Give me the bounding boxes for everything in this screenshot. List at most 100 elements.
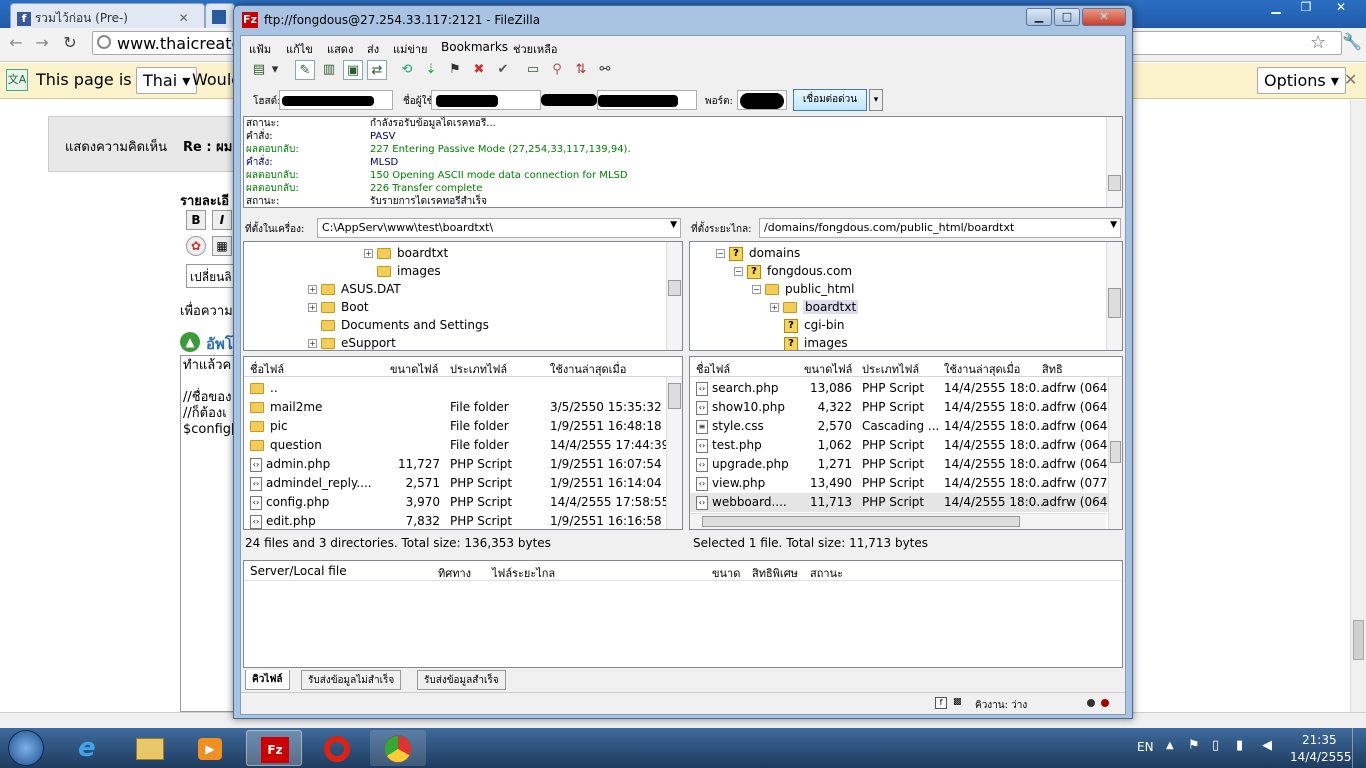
table-row[interactable]: ‹› config.php 3,970 PHP Script 14/4/2555 17:… [244, 493, 669, 512]
comment-textarea[interactable]: ทำแล้วค //ชื่อของ //ก็ต้องเ $config[ [180, 355, 240, 712]
remote-tree-scrollbar[interactable] [1106, 242, 1122, 350]
minimize-icon[interactable]: ▁ [1262, 0, 1290, 18]
scroll-thumb[interactable] [1108, 175, 1121, 191]
password-input[interactable] [597, 90, 697, 110]
sync-browse-icon[interactable]: ⇅ [571, 60, 591, 80]
reload-icon[interactable]: ↻ [60, 33, 80, 53]
back-icon[interactable]: ← [6, 33, 26, 53]
page-scrollbar[interactable] [1350, 100, 1366, 712]
browser-tab-2[interactable] [205, 3, 235, 28]
process-queue-icon[interactable]: ⇣ [421, 60, 441, 80]
scroll-thumb[interactable] [1353, 620, 1364, 660]
bold-button[interactable]: B [186, 210, 206, 230]
col-filesize[interactable]: ขนาดไฟล์ [390, 360, 438, 378]
local-tree-scrollbar[interactable] [666, 242, 682, 350]
col-modified[interactable]: ใช้งานล่าสุดเมื่อ [550, 360, 626, 378]
scroll-thumb[interactable] [668, 383, 681, 409]
search-icon[interactable]: ⚯ [595, 60, 615, 80]
table-row[interactable]: ‹› admin.php 11,727 PHP Script 1/9/2551 16:0… [244, 455, 664, 474]
remote-hscrollbar[interactable] [690, 513, 1106, 529]
col-server-local[interactable]: Server/Local file [250, 564, 347, 578]
close-icon[interactable]: ✕ [1324, 0, 1358, 18]
fz-minimize-button[interactable]: ▁ [1026, 8, 1052, 26]
clock-time[interactable]: 21:35 [1302, 733, 1337, 747]
table-row[interactable]: mail2me File folder 3/5/2550 15:35:32 [244, 398, 664, 417]
forward-icon[interactable]: → [32, 33, 52, 53]
wrench-icon[interactable]: 🔧 [1342, 32, 1362, 51]
disconnect-icon[interactable]: ✖ [469, 60, 489, 80]
dir-compare-icon[interactable]: ⚲ [547, 60, 567, 80]
upload-icon[interactable]: ▲ [180, 332, 200, 352]
change-select[interactable]: เปลี่ยนลิ [186, 264, 236, 288]
host-input[interactable] [279, 90, 393, 110]
menu-bookmarks[interactable]: Bookmarks [441, 40, 508, 54]
site-dropdown-icon[interactable]: ▾ [269, 60, 281, 80]
remote-file-list[interactable]: ชื่อไฟล์ ขนาดไฟล์ ประเภทไฟล์ ใช้งานล่าสุ… [689, 356, 1123, 530]
remote-path-input[interactable]: /domains/fongdous.com/public_html/boardt… [759, 218, 1121, 238]
table-row[interactable]: pic File folder 1/9/2551 16:48:18 [244, 417, 664, 436]
username-input[interactable] [431, 90, 541, 110]
log-scrollbar[interactable] [1106, 117, 1122, 207]
menu-help[interactable]: ช่วยเหลือ [513, 40, 557, 58]
options-button[interactable]: Options ▾ [1257, 67, 1346, 94]
tree-item[interactable]: images [377, 262, 441, 280]
table-row[interactable]: question File folder 14/4/2555 17:44:39 [244, 436, 669, 455]
close-translate-icon[interactable]: ✕ [1344, 70, 1357, 89]
language-indicator[interactable]: EN [1137, 740, 1154, 754]
table-row[interactable]: ‹› search.php 13,086 PHP Script 14/4/2555 18… [690, 379, 1120, 398]
local-file-list[interactable]: ชื่อไฟล์ ขนาดไฟล์ ประเภทไฟล์ ใช้งานล่าสุ… [243, 356, 683, 530]
italic-button[interactable]: I [212, 210, 232, 230]
explorer-taskbar-icon[interactable] [122, 730, 178, 766]
quickconnect-dropdown-icon[interactable]: ▾ [869, 89, 883, 111]
tab-successful-transfers[interactable]: รับส่งข้อมูลสำเร็จ [417, 670, 506, 690]
col-filetype[interactable]: ประเภทไฟล์ [450, 360, 507, 378]
local-path-input[interactable]: C:\AppServ\www\test\boardtxt\ ▼ [317, 218, 681, 238]
remote-tree[interactable]: −? domains −? fongdous.com − public_html + b… [689, 241, 1123, 351]
col-priority[interactable]: สิทธิพิเศษ [752, 564, 798, 582]
tree-item[interactable]: ? images [784, 334, 848, 350]
menu-view[interactable]: แสดง [327, 40, 353, 58]
menu-edit[interactable]: แก้ไข [286, 40, 313, 58]
tab-failed-transfers[interactable]: รับส่งข้อมูลไม่สำเร็จ [301, 670, 402, 690]
opera-taskbar-icon[interactable] [308, 730, 364, 766]
col-remote-file[interactable]: ไฟล์ระยะไกล [492, 564, 555, 582]
tree-item[interactable]: + boardtxt [770, 298, 859, 316]
tree-item[interactable]: − public_html [752, 280, 854, 298]
clock-date[interactable]: 14/4/2555 [1290, 750, 1352, 764]
image-icon[interactable]: ▦ [212, 236, 232, 256]
volume-icon[interactable]: ◀ [1262, 738, 1272, 753]
menu-transfer[interactable]: ส่ง [367, 40, 379, 58]
reconnect-icon[interactable]: ✔ [493, 60, 513, 80]
table-row-selected[interactable]: ‹› webboard.... 11,713 PHP Script 14/4/2555 … [690, 493, 1120, 512]
tab-queued-files[interactable]: คิวไฟล์ [245, 670, 290, 690]
show-hidden-icons-icon[interactable]: ▲ [1166, 740, 1174, 751]
table-row[interactable]: ‹› edit.php 7,832 PHP Script 1/9/2551 16:16:… [244, 512, 664, 529]
network-icon[interactable]: ▮ [1236, 738, 1243, 753]
table-row[interactable]: ≡ style.css 2,570 Cascading ... 14/4/2555 18… [690, 417, 1120, 436]
menu-server[interactable]: แม่ข่าย [393, 40, 427, 58]
fz-close-button[interactable]: ✕ [1082, 8, 1126, 26]
media-player-taskbar-icon[interactable]: ▶ [182, 730, 238, 766]
close-tab-icon[interactable]: ✕ [179, 11, 189, 25]
start-button[interactable] [8, 730, 44, 766]
refresh-icon[interactable]: ⟲ [397, 60, 417, 80]
chevron-down-icon[interactable]: ▼ [670, 220, 677, 230]
tree-item[interactable]: + Boot [308, 298, 369, 316]
col-filename[interactable]: ชื่อไฟล์ [696, 360, 730, 378]
browser-tab-1[interactable]: f รวมไว้ก่อน (Pre-) ✕ [10, 3, 205, 28]
quickconnect-button[interactable]: เชื่อมต่อด่วน [793, 89, 867, 111]
site-manager-icon[interactable]: ▤ [249, 60, 269, 80]
col-status[interactable]: สถานะ [810, 564, 843, 582]
transfer-queue[interactable]: Server/Local file ทิศทาง ไฟล์ระยะไกล ขนา… [243, 560, 1123, 668]
power-icon[interactable]: ▯ [1212, 738, 1219, 753]
table-row[interactable]: .. [244, 379, 664, 398]
table-row[interactable]: ‹› upgrade.php 1,271 PHP Script 14/4/2555 18… [690, 455, 1120, 474]
toggle-remote-tree-icon[interactable]: ▣ [343, 60, 363, 80]
show-desktop-button[interactable] [1352, 728, 1366, 768]
local-list-scrollbar[interactable] [666, 377, 682, 529]
col-filesize[interactable]: ขนาดไฟล์ [804, 360, 852, 378]
local-tree[interactable]: + boardtxt images + ASUS.DAT + Boot Documen… [243, 241, 683, 351]
toggle-log-icon[interactable]: ✎ [295, 60, 315, 80]
scroll-thumb[interactable] [702, 516, 1020, 527]
scroll-thumb[interactable] [1108, 288, 1121, 318]
